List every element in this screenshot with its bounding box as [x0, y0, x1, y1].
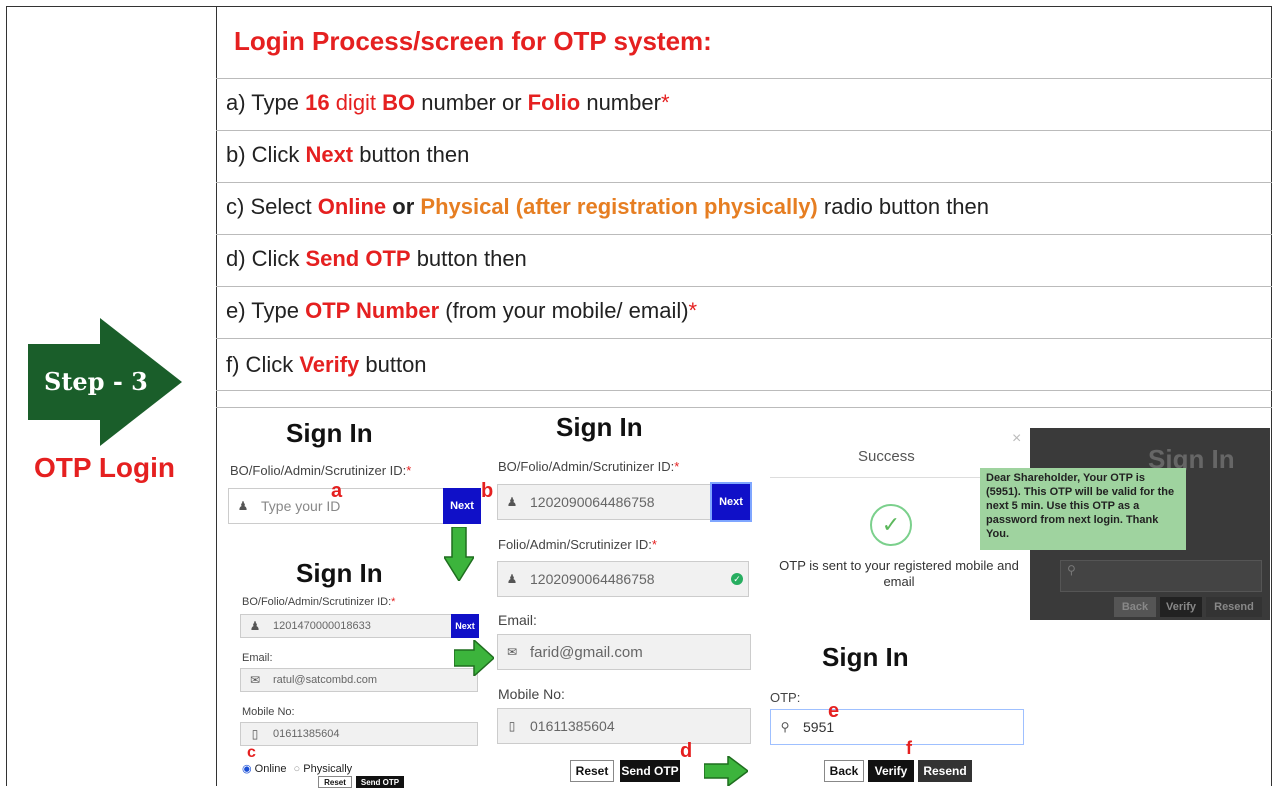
- bg-verify-button: Verify: [1160, 597, 1202, 617]
- user-icon: ♟: [249, 619, 261, 633]
- bg-back-button: Back: [1114, 597, 1156, 617]
- marker-e: e: [828, 700, 840, 722]
- marker-f: f: [906, 738, 912, 758]
- screen1-id-label: BO/Folio/Admin/Scrutinizer ID:*: [230, 463, 412, 478]
- screen2-send-otp-button[interactable]: Send OTP: [620, 760, 680, 782]
- screen3-mobile-input[interactable]: ▯ 01611385604: [240, 722, 478, 746]
- right-arrow-icon: [704, 756, 748, 786]
- screen2-id-input[interactable]: ♟ 1202090064486758: [497, 484, 711, 520]
- row-divider: [216, 182, 1272, 183]
- screen2-email-label: Email:: [498, 612, 537, 628]
- screen2-reset-button[interactable]: Reset: [570, 760, 614, 782]
- instruction-a: a) Type 16 digit BO number or Folio numb…: [226, 90, 670, 115]
- bg-otp-input: ⚲: [1060, 560, 1262, 592]
- user-icon: ♟: [506, 495, 518, 509]
- instruction-f: f) Click Verify button: [226, 352, 427, 377]
- marker-b: b: [481, 480, 494, 502]
- marker-c: c: [247, 744, 256, 761]
- bg-resend-button: Resend: [1206, 597, 1262, 617]
- screen4-otp-input[interactable]: ⚲ 5951: [770, 709, 1024, 745]
- screen2-next-button[interactable]: Next: [710, 482, 752, 522]
- otp-login-label: OTP Login: [34, 452, 176, 483]
- modal-title: Success: [858, 448, 915, 465]
- key-icon: ⚲: [1067, 563, 1076, 577]
- instruction-e: e) Type OTP Number (from your mobile/ em…: [226, 298, 698, 323]
- physically-radio[interactable]: ○: [294, 763, 301, 775]
- marker-d: d: [680, 740, 693, 762]
- otp-sms-notification: Dear Shareholder, Your OTP is (5951). Th…: [980, 468, 1186, 550]
- mobile-icon: ▯: [508, 719, 516, 733]
- row-divider: [216, 286, 1272, 287]
- screen3-send-otp-button[interactable]: Send OTP: [356, 776, 404, 788]
- screen3-email-label: Email:: [242, 652, 273, 664]
- screen2-mobile-input[interactable]: ▯ 01611385604: [497, 708, 751, 744]
- instruction-c: c) Select Online or Physical (after regi…: [226, 194, 990, 219]
- screen3-reset-button[interactable]: Reset: [318, 776, 352, 788]
- online-radio[interactable]: ◉: [242, 763, 252, 775]
- marker-a: a: [331, 480, 343, 502]
- envelope-icon: ✉: [506, 645, 518, 659]
- user-icon: ♟: [506, 572, 518, 586]
- screen2-mobile-label: Mobile No:: [498, 686, 565, 702]
- row-divider: [216, 234, 1272, 235]
- screen2-folio-input[interactable]: ♟ 1202090064486758: [497, 561, 749, 597]
- screen3-id-label: BO/Folio/Admin/Scrutinizer ID:*: [242, 596, 396, 608]
- screen1-next-button[interactable]: Next: [443, 488, 481, 524]
- modal-message: OTP is sent to your registered mobile an…: [779, 558, 1019, 589]
- close-icon[interactable]: ×: [1012, 430, 1021, 448]
- row-divider: [216, 130, 1272, 131]
- screen3-radio-group: ◉ Online ○ Physically: [242, 763, 353, 775]
- screen4-verify-button[interactable]: Verify: [868, 760, 914, 782]
- screen4-back-button[interactable]: Back: [824, 760, 864, 782]
- step-badge: Step - 3: [44, 367, 148, 396]
- row-divider: [216, 390, 1272, 391]
- row-divider: [216, 338, 1272, 339]
- screen4-otp-label: OTP:: [770, 690, 801, 705]
- screen3-heading: Sign In: [296, 558, 383, 588]
- screen2-email-input[interactable]: ✉ farid@gmail.com: [497, 634, 751, 670]
- screen3-id-input[interactable]: ♟ 1201470000018633: [240, 614, 452, 638]
- screen3-email-input[interactable]: ✉ ratul@satcombd.com: [240, 668, 478, 692]
- success-check-icon: ✓: [870, 504, 912, 546]
- screen2-folio-label: Folio/Admin/Scrutinizer ID:*: [498, 537, 657, 552]
- instruction-d: d) Click Send OTP button then: [226, 246, 527, 271]
- screen3-next-button[interactable]: Next: [451, 614, 479, 638]
- user-icon: ♟: [237, 499, 249, 513]
- screen1-heading: Sign In: [286, 418, 373, 448]
- screen4-heading: Sign In: [822, 642, 909, 672]
- key-icon: ⚲: [780, 720, 790, 734]
- right-arrow-icon: [454, 640, 494, 676]
- instruction-b: b) Click Next button then: [226, 142, 470, 167]
- check-icon: ✓: [731, 573, 743, 585]
- row-divider: [216, 78, 1272, 79]
- screen3-mobile-label: Mobile No:: [242, 706, 295, 718]
- screen2-heading: Sign In: [556, 412, 643, 442]
- envelope-icon: ✉: [249, 673, 261, 687]
- row-divider: [216, 407, 1272, 408]
- screen4-resend-button[interactable]: Resend: [918, 760, 972, 782]
- page-title: Login Process/screen for OTP system:: [234, 26, 712, 56]
- column-divider: [216, 6, 217, 786]
- screen2-id-label: BO/Folio/Admin/Scrutinizer ID:*: [498, 459, 680, 474]
- mobile-icon: ▯: [251, 727, 259, 741]
- down-arrow-icon: [444, 527, 474, 581]
